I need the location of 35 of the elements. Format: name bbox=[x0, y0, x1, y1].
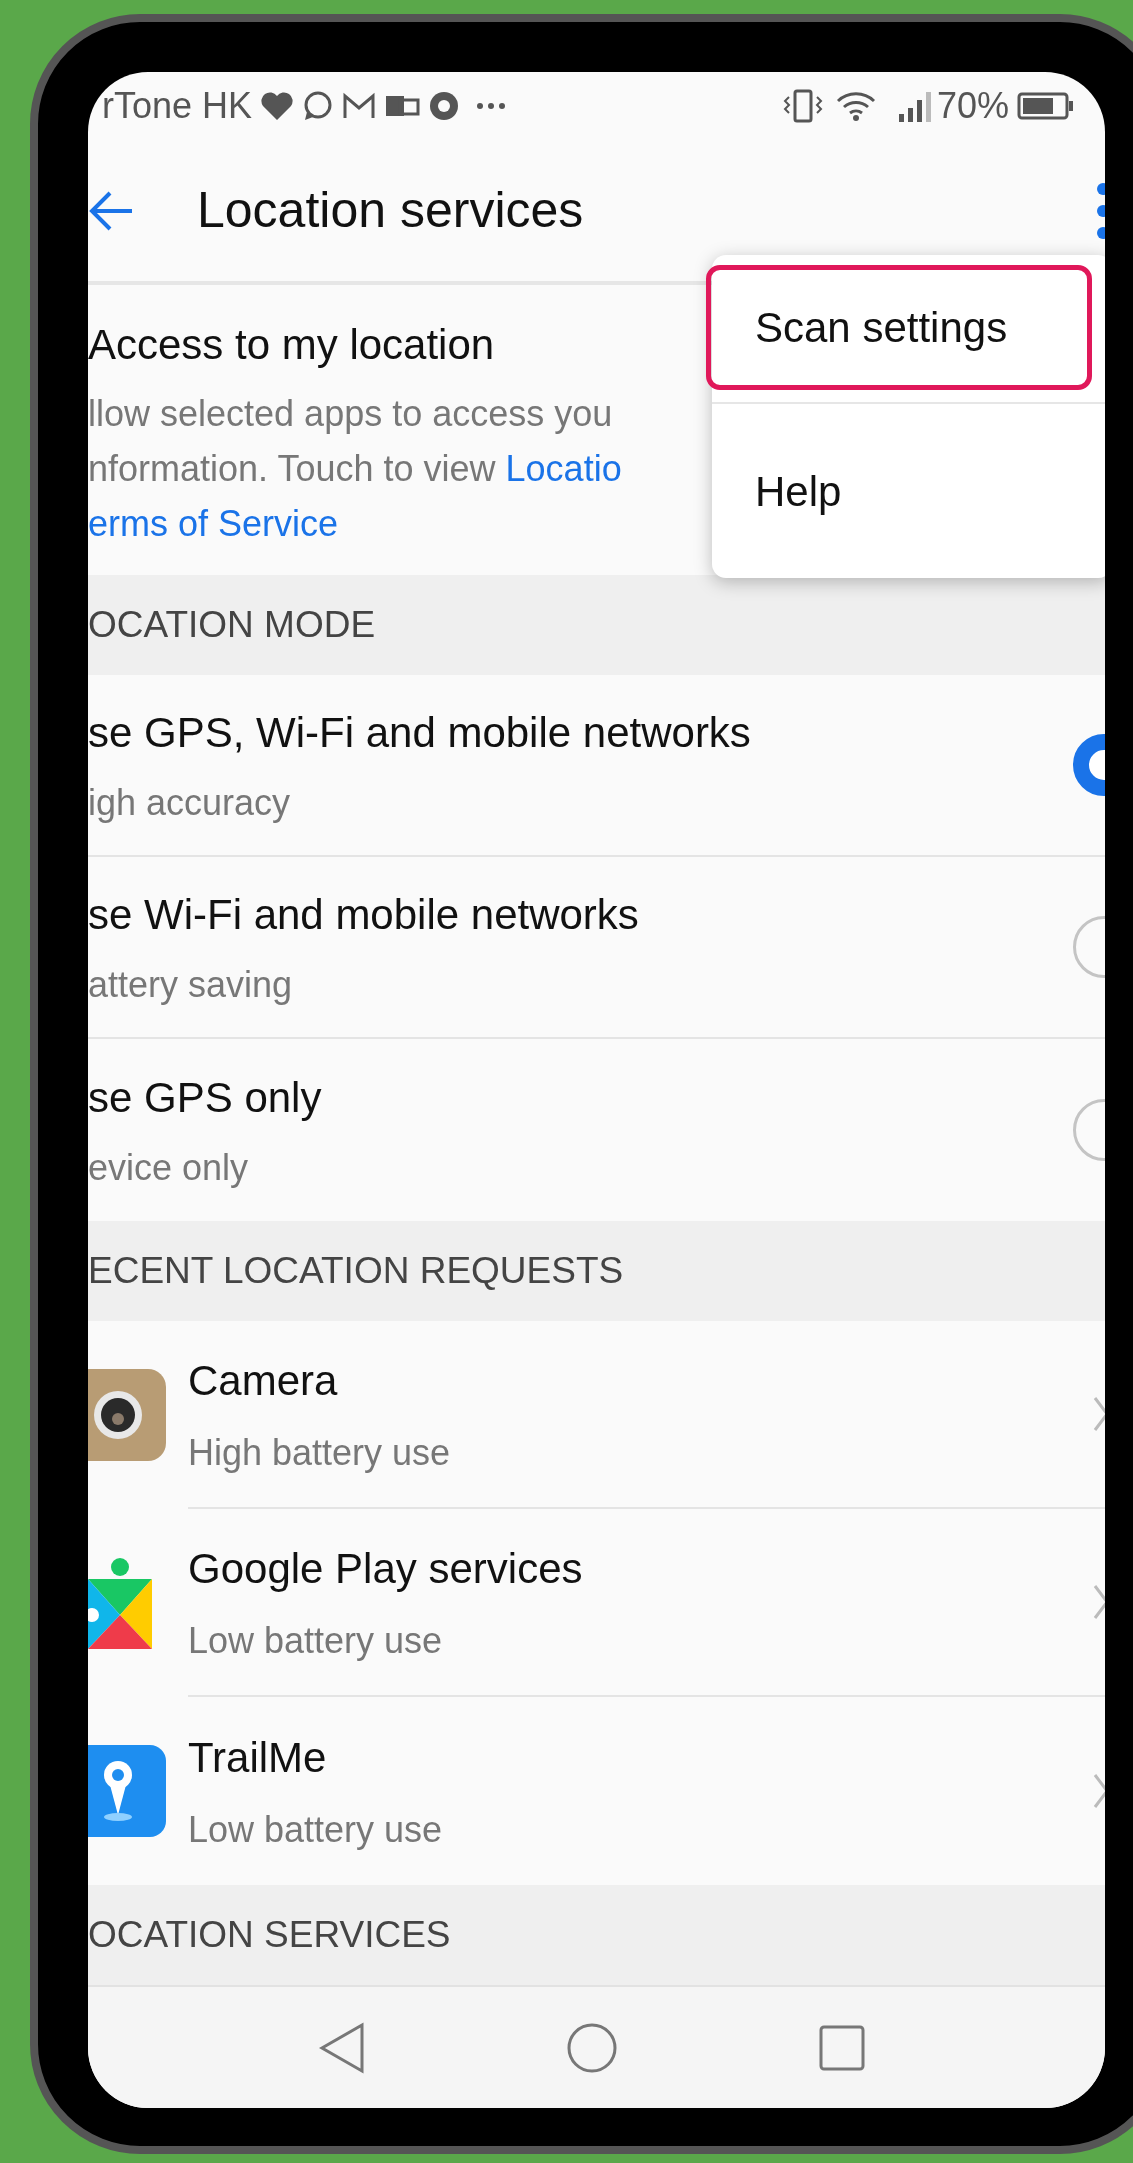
app-name: Camera bbox=[188, 1355, 339, 1406]
section-header: OCATION MODE bbox=[88, 603, 376, 648]
option-subtitle: evice only bbox=[88, 1145, 250, 1190]
app-name: Google Play services bbox=[188, 1543, 584, 1594]
battery-percentage: 70% bbox=[936, 84, 1009, 128]
option-title: se Wi-Fi and mobile networks bbox=[88, 889, 640, 940]
carrier-name: rTone HK bbox=[102, 84, 253, 128]
camera-app-icon bbox=[88, 1369, 168, 1461]
section-header: ECENT LOCATION REQUESTS bbox=[88, 1249, 624, 1294]
battery-icon bbox=[1017, 92, 1075, 120]
section-header: OCATION SERVICES bbox=[88, 1913, 451, 1958]
menu-item[interactable]: Scan settings bbox=[706, 265, 1092, 390]
browser-icon bbox=[428, 90, 461, 122]
terms-link[interactable]: erms of Service bbox=[88, 503, 339, 544]
menu-item[interactable]: Help bbox=[706, 428, 1092, 554]
option-title: se GPS, Wi-Fi and mobile networks bbox=[88, 707, 752, 758]
battery-usage: Low battery use bbox=[188, 1618, 444, 1663]
option-subtitle: attery saving bbox=[88, 962, 294, 1007]
back-icon[interactable] bbox=[317, 2021, 366, 2074]
option-subtitle: igh accuracy bbox=[88, 780, 292, 825]
mail-icon bbox=[342, 92, 377, 120]
vibrate-icon bbox=[782, 89, 823, 123]
app-name: TrailMe bbox=[188, 1732, 328, 1783]
back-arrow-icon[interactable] bbox=[88, 190, 134, 231]
battery-usage: High battery use bbox=[188, 1430, 452, 1475]
battery-usage: Low battery use bbox=[188, 1807, 444, 1852]
recents-icon[interactable] bbox=[817, 2023, 866, 2072]
access-title: Access to my location bbox=[88, 320, 495, 370]
heart-icon bbox=[260, 91, 295, 121]
option-title: se GPS only bbox=[88, 1072, 323, 1123]
location-link[interactable]: Locatio bbox=[505, 448, 622, 489]
more-icon bbox=[476, 102, 507, 110]
screen-title: Location services bbox=[197, 181, 584, 240]
wifi-icon bbox=[834, 89, 877, 123]
home-icon[interactable] bbox=[565, 2021, 618, 2074]
